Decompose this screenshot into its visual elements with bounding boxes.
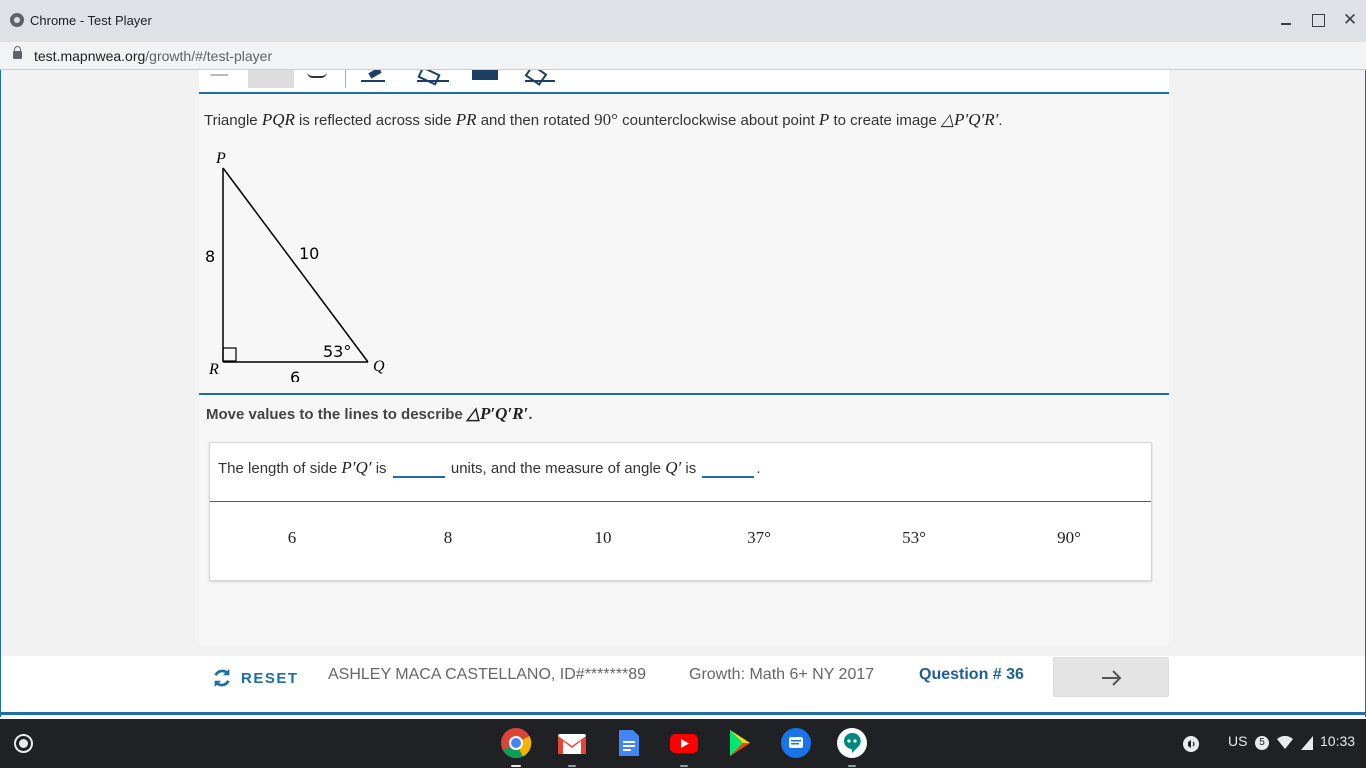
reset-button[interactable]: RESET	[211, 666, 299, 690]
sentence-text-3: units, and the measure of angle	[446, 460, 666, 477]
minimize-icon[interactable]	[1276, 10, 1296, 30]
running-indicator	[848, 765, 856, 767]
sentence-text-5: .	[756, 460, 761, 477]
hangouts-icon[interactable]	[836, 727, 868, 767]
next-button[interactable]	[1053, 657, 1169, 697]
answer-area: The length of side P′Q′ is units, and th…	[209, 442, 1152, 581]
vertex-r-label: R	[208, 361, 219, 378]
stem-text-6: .	[998, 112, 1003, 129]
sentence-math-angle: Q′	[665, 458, 682, 477]
student-name: ASHLEY MACA CASTELLANO, ID#*******89	[328, 666, 647, 683]
lock-icon	[13, 46, 22, 59]
stem-text-5: to create image	[829, 112, 942, 129]
test-player-page: Triangle PQR is reflected across side PR…	[0, 70, 1366, 717]
instruction-end: .	[528, 406, 533, 423]
reset-label: RESET	[241, 669, 299, 687]
choice-90-degrees[interactable]: 90°	[1039, 528, 1099, 548]
accessibility-icon[interactable]	[1182, 735, 1200, 753]
zoom-level[interactable]	[248, 70, 294, 88]
notification-badge[interactable]: 5	[1255, 736, 1269, 750]
url-host: test.mapnwea.org	[34, 48, 146, 64]
url-path: /growth/#/test-player	[145, 48, 273, 64]
test-name: Growth: Math 6+ NY 2017	[689, 666, 875, 683]
zoom-out-icon[interactable]	[209, 70, 231, 76]
sentence-math-side: P′Q′	[341, 458, 372, 477]
messages-icon[interactable]	[780, 727, 812, 759]
question-panel: Triangle PQR is reflected across side PR…	[199, 70, 1169, 646]
eraser-icon[interactable]	[417, 70, 449, 82]
stem-math-pr: PR	[455, 110, 477, 129]
instruction-math: △P′Q′R′	[466, 404, 529, 423]
instruction-text: Move values to the lines to describe △P′…	[206, 404, 533, 424]
blank-angle-measure[interactable]	[702, 460, 755, 478]
locale-indicator[interactable]: US	[1228, 733, 1247, 749]
right-angle-mark	[222, 347, 237, 362]
youtube-icon[interactable]	[668, 727, 700, 767]
side-pq-label: 10	[299, 244, 319, 263]
choice-6[interactable]: 6	[262, 528, 322, 548]
chrome-window-icon	[10, 13, 24, 27]
highlighter-icon[interactable]	[525, 70, 555, 82]
footer-divider	[1, 712, 1365, 715]
triangle-figure: P Q R 8 10 6 53°	[205, 150, 385, 382]
instruction-label: Move values to the lines to describe	[206, 406, 467, 423]
choice-53-degrees[interactable]: 53°	[884, 528, 944, 548]
clock[interactable]: 10:33	[1320, 733, 1355, 749]
sentence-text-4: is	[681, 460, 701, 477]
section-divider	[199, 393, 1169, 395]
side-pr-label: 8	[205, 247, 215, 266]
running-indicator	[568, 765, 576, 767]
stem-math-p: P	[818, 110, 830, 129]
question-stem: Triangle PQR is reflected across side PR…	[204, 110, 1002, 130]
answer-sentence: The length of side P′Q′ is units, and th…	[218, 458, 761, 478]
gmail-icon[interactable]	[556, 727, 588, 767]
address-bar[interactable]: test.mapnwea.org/growth/#/test-player	[0, 42, 1366, 70]
choice-8[interactable]: 8	[418, 528, 478, 548]
side-rq-label: 6	[290, 368, 300, 382]
close-icon[interactable]: ✕	[1340, 10, 1360, 30]
stem-text-3: and then rotated	[476, 112, 595, 129]
choice-37-degrees[interactable]: 37°	[729, 528, 789, 548]
chrome-icon[interactable]	[500, 727, 532, 767]
stem-text-2: is reflected across side	[294, 112, 456, 129]
stem-text-4: counterclockwise about point	[617, 112, 819, 129]
vertex-q-label: Q	[373, 358, 385, 375]
maximize-icon[interactable]	[1308, 10, 1328, 30]
docs-icon[interactable]	[612, 727, 644, 759]
toolbar-divider	[345, 70, 346, 88]
triangle-shape	[222, 167, 369, 363]
title-bar: Chrome - Test Player ✕	[0, 0, 1366, 42]
window-title: Chrome - Test Player	[30, 13, 152, 28]
play-store-icon[interactable]	[724, 727, 756, 759]
pen-icon[interactable]	[361, 70, 385, 82]
sentence-text-2: is	[371, 460, 391, 477]
question-number: Question # 36	[919, 666, 1024, 683]
line-reader-icon[interactable]	[472, 70, 498, 80]
stem-math-pqr: PQR	[261, 110, 295, 129]
running-indicator	[680, 765, 688, 767]
wifi-icon[interactable]	[1277, 736, 1293, 750]
side-pq	[222, 167, 369, 363]
sentence-text-1: The length of side	[218, 460, 342, 477]
url-text[interactable]: test.mapnwea.org/growth/#/test-player	[34, 48, 272, 64]
stem-math-90: 90°	[594, 110, 618, 129]
battery-icon[interactable]	[1300, 735, 1314, 751]
angle-q-label: 53°	[323, 342, 351, 361]
refresh-icon	[214, 668, 230, 688]
tool-bar	[199, 70, 1169, 94]
choice-10[interactable]: 10	[573, 528, 633, 548]
stem-math-image: △P′Q′R′	[941, 110, 999, 129]
os-shelf: US 5 10:33	[0, 719, 1366, 768]
vertex-p-label: P	[215, 150, 226, 167]
blank-side-length[interactable]	[392, 460, 445, 478]
arrow-right-icon	[1102, 670, 1122, 686]
stem-text-1: Triangle	[204, 112, 262, 129]
zoom-in-icon[interactable]	[307, 70, 327, 78]
answer-choices: 6 8 10 37° 53° 90°	[210, 502, 1151, 580]
active-indicator	[511, 765, 521, 767]
launcher-icon[interactable]	[14, 734, 33, 753]
footer-bar: RESET ASHLEY MACA CASTELLANO, ID#*******…	[1, 656, 1365, 717]
